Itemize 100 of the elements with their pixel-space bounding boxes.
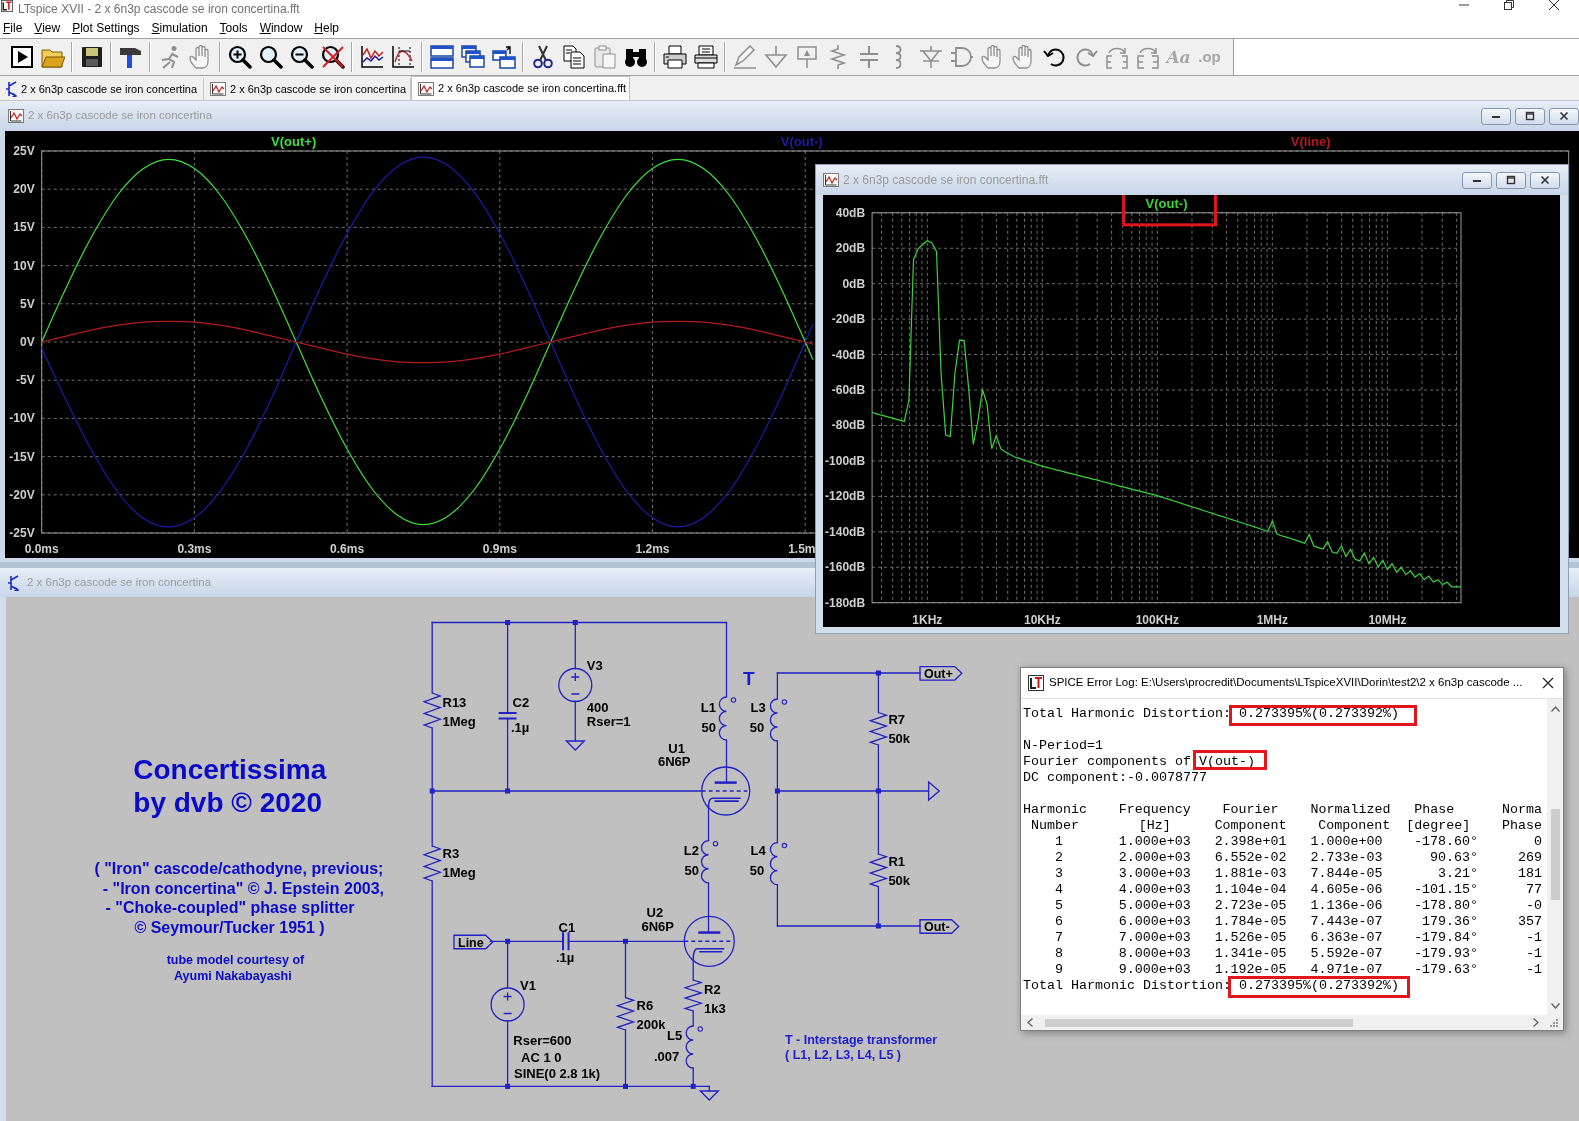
component-label: L1 — [700, 699, 716, 715]
column-header: Number — [1029, 818, 1080, 834]
component-label: U2 — [646, 905, 664, 921]
crossed-magnifier-icon[interactable] — [320, 45, 345, 69]
menu-item[interactable]: View — [34, 20, 61, 36]
zoom-in-icon[interactable] — [227, 45, 252, 69]
column-header: Component — [1317, 818, 1391, 834]
column-header: Normalized — [1310, 802, 1391, 818]
scroll-left-icon[interactable] — [1027, 1018, 1033, 1027]
table-cell-text: -1 — [1525, 962, 1542, 978]
scroll-up-icon[interactable] — [1550, 706, 1560, 712]
waveform-chart-icon[interactable] — [359, 45, 384, 69]
net-label: Out- — [919, 919, 960, 934]
cascaded-windows-icon[interactable] — [460, 45, 485, 69]
table-cell: 1.881e-03 — [1214, 866, 1287, 882]
menu-item[interactable]: Simulation — [151, 20, 208, 36]
table-cell-text: 9 — [1054, 962, 1064, 978]
component-label: L2 — [683, 842, 699, 858]
x-axis-label: 10KHz — [1024, 612, 1061, 627]
table-cell: 6.552e-02 — [1214, 850, 1287, 866]
close-button[interactable] — [1530, 171, 1560, 189]
table-cell-text: 357 — [1517, 914, 1542, 930]
table-cell-text: 8 — [1054, 946, 1064, 962]
table-cell-text: 3 — [1054, 866, 1064, 882]
table-cell-text: 2 — [1054, 850, 1064, 866]
minimize-button[interactable] — [1481, 107, 1511, 125]
tiled-windows-icon[interactable] — [429, 45, 454, 69]
y-axis-label: -80dB — [831, 418, 866, 433]
zoom-out-icon[interactable] — [289, 45, 314, 69]
y-axis-label: -15V — [9, 449, 35, 464]
window-title: 2 x 6n3p cascode se iron concertina — [27, 574, 212, 590]
component-label: U1 — [668, 740, 685, 756]
maximize-icon — [1505, 175, 1517, 185]
wire — [707, 882, 710, 934]
printer-icon[interactable] — [662, 45, 687, 69]
maximize-button[interactable] — [1515, 107, 1545, 125]
credit-text: tube model courtesy of Ayumi Nakabayashi — [166, 953, 305, 983]
component-label: R13 — [442, 694, 467, 710]
table-cell-text: 269 — [1517, 850, 1542, 866]
title-text: Concertissima by dvb © 2020 — [133, 754, 327, 818]
close-icon — [1558, 111, 1570, 121]
hammer-icon[interactable] — [118, 45, 143, 69]
inductor-symbol — [769, 841, 788, 886]
logo-icon — [1028, 675, 1044, 691]
table-cell-text: 77 — [1525, 882, 1542, 898]
table-cell-text: 179.36° — [1421, 914, 1479, 930]
log-value: V(out-) — [1198, 754, 1255, 769]
menu-item[interactable]: Plot Settings — [72, 20, 140, 36]
tab[interactable]: 2 x 6n3p cascode se iron concertina.fft — [411, 76, 630, 100]
plot-frame-icon[interactable] — [390, 45, 415, 69]
table-cell: 1.526e-05 — [1214, 930, 1287, 946]
menu-item[interactable]: Window — [259, 20, 303, 36]
table-cell: 5.000e+03 — [1118, 898, 1191, 914]
table-cell: 4.000e+03 — [1118, 882, 1191, 898]
x-axis-label: 1KHz — [912, 612, 943, 627]
undo-icon[interactable] — [1042, 45, 1067, 69]
magnifier-icon[interactable] — [258, 45, 283, 69]
resistor-symbol — [683, 979, 704, 1012]
close-icon[interactable] — [1549, 0, 1559, 10]
close-icon[interactable] — [1542, 677, 1554, 689]
scroll-right-icon[interactable] — [1533, 1018, 1539, 1027]
printer-icon[interactable] — [693, 45, 718, 69]
table-cell-text: 181 — [1517, 866, 1542, 882]
restore-icon[interactable] — [1504, 0, 1514, 10]
log-text: Total Harmonic Distortion: — [1023, 706, 1231, 722]
component-value: 1Meg — [442, 714, 476, 729]
window-title: SPICE Error Log: E:\Users\procredit\Documents\LTspiceXVII\Dorin\test2\2 x 6n3p cascode ... — [1049, 675, 1523, 691]
arranged-windows-icon[interactable] — [491, 45, 516, 69]
column-header: Frequency — [1118, 802, 1191, 818]
scissors-icon[interactable] — [530, 45, 555, 69]
scrollbar-thumb[interactable] — [1550, 809, 1560, 900]
capacitor-symbol — [497, 712, 518, 720]
log-text: Total Harmonic Distortion: — [1023, 978, 1231, 994]
y-axis-label: -20dB — [831, 312, 866, 327]
menu-item[interactable]: Tools — [219, 20, 248, 36]
component-label: R7 — [888, 712, 906, 727]
scroll-down-icon[interactable] — [1550, 1003, 1560, 1009]
play-icon[interactable] — [9, 45, 34, 69]
y-axis-label: 15V — [13, 220, 35, 235]
table-cell-text: 7.844e-05 — [1310, 866, 1384, 882]
y-axis-label: 20dB — [835, 241, 866, 256]
table-cell-text: 3.21° — [1437, 866, 1479, 882]
maximize-button[interactable] — [1496, 171, 1526, 189]
table-cell: 1.000e+03 — [1118, 834, 1191, 850]
vertical-scrollbar[interactable] — [1547, 699, 1563, 1015]
table-cell-text: 5.592e-07 — [1310, 946, 1384, 962]
y-axis-label: -160dB — [825, 560, 866, 575]
close-icon — [1539, 175, 1551, 185]
menu-item[interactable]: Help — [314, 20, 339, 36]
menu-item[interactable]: File — [3, 20, 23, 36]
scrollbar-thumb[interactable] — [1045, 1018, 1353, 1027]
close-button[interactable] — [1549, 107, 1579, 125]
minimize-button[interactable] — [1462, 171, 1492, 189]
horizontal-scrollbar[interactable] — [1021, 1015, 1563, 1030]
resistor-symbol — [422, 845, 443, 882]
ground-symbol — [564, 740, 586, 751]
table-cell-text: 4.971e-07 — [1310, 962, 1384, 978]
component-value: AC 1 0 — [521, 1049, 562, 1065]
component-value: 6N6P — [658, 754, 691, 769]
copy-icon[interactable] — [561, 45, 586, 69]
